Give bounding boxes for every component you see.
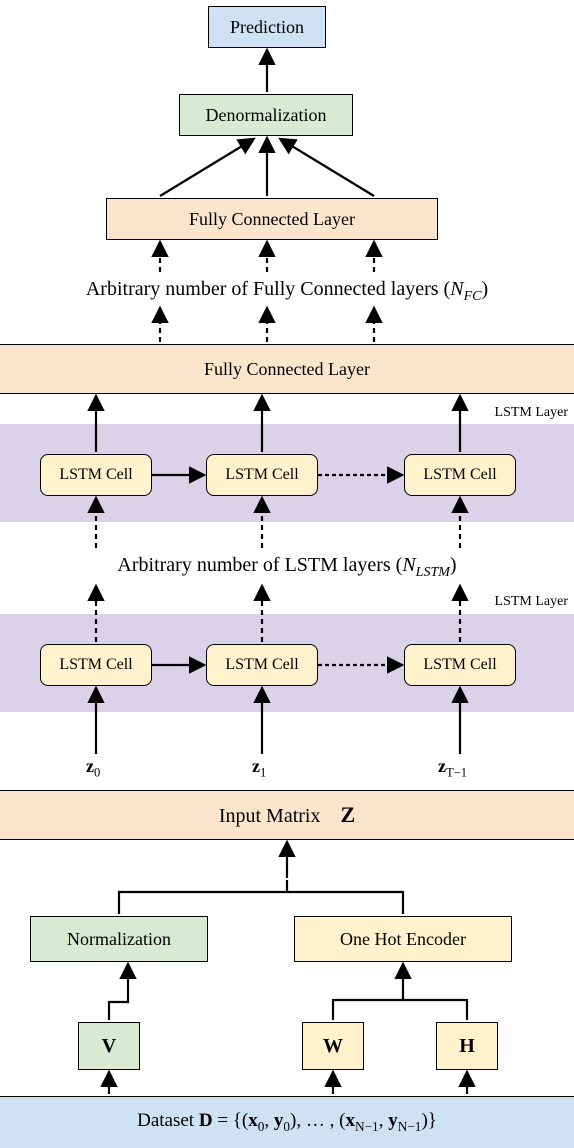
z1-label: z1 — [252, 756, 266, 781]
lstm-cell-2-3: LSTM Cell — [404, 644, 516, 686]
dataset-label: Dataset D = {(x0, y0), … , (xN−1, yN−1)} — [137, 1110, 437, 1135]
h-box: H — [436, 1022, 498, 1070]
input-matrix-box: Input Matrix Z — [0, 790, 574, 840]
one-hot-encoder-box: One Hot Encoder — [294, 916, 512, 962]
fc-count-annotation: Arbitrary number of Fully Connected laye… — [20, 278, 554, 305]
zT-label: zT−1 — [438, 756, 467, 781]
denormalization-label: Denormalization — [206, 105, 327, 126]
lstm-cell-1-3: LSTM Cell — [404, 454, 516, 496]
dataset-box: Dataset D = {(x0, y0), … , (xN−1, yN−1)} — [0, 1096, 574, 1148]
prediction-label: Prediction — [230, 17, 304, 38]
lstm-cell-2-1: LSTM Cell — [40, 644, 152, 686]
fc-layer-top-label: Fully Connected Layer — [189, 209, 355, 230]
lstm-cell-1-2: LSTM Cell — [206, 454, 318, 496]
lstm-count-annotation: Arbitrary number of LSTM layers (NLSTM) — [20, 554, 554, 581]
lstm-cell-1-1: LSTM Cell — [40, 454, 152, 496]
normalization-box: Normalization — [30, 916, 208, 962]
lstm-layer-label-1: LSTM Layer — [495, 405, 568, 421]
z0-label: z0 — [86, 756, 100, 781]
fc-layer-top: Fully Connected Layer — [106, 198, 438, 240]
prediction-box: Prediction — [208, 6, 326, 48]
lstm-layer-label-2: LSTM Layer — [495, 594, 568, 610]
lstm-cell-2-2: LSTM Cell — [206, 644, 318, 686]
fc-layer-bottom: Fully Connected Layer — [0, 344, 574, 394]
fc-layer-bottom-label: Fully Connected Layer — [204, 359, 370, 380]
denormalization-box: Denormalization — [179, 94, 353, 136]
v-box: V — [78, 1022, 140, 1070]
w-box: W — [302, 1022, 364, 1070]
